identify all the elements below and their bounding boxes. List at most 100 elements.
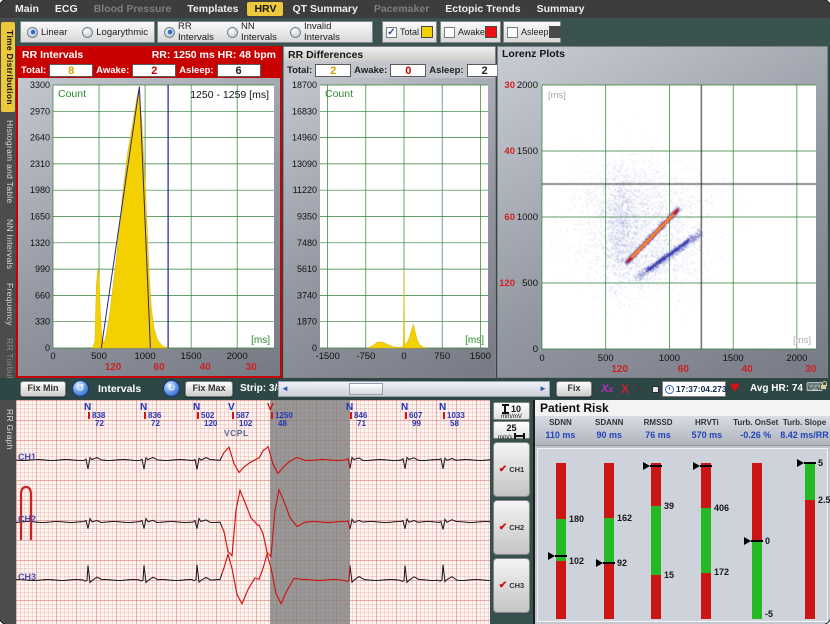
scroll-left-arrow[interactable]: ◄	[279, 383, 291, 395]
menu-item-hrv[interactable]: HRV	[247, 2, 283, 16]
menu-item-qt-summary[interactable]: QT Summary	[285, 2, 364, 16]
checkbox-label-awake: Awake	[458, 27, 485, 37]
metric-label: HRVTi	[682, 418, 731, 427]
rr-differences-histogram[interactable]: 0187037405610748093501122013090149601683…	[284, 78, 495, 377]
speed-indicator[interactable]: 25 mm/s	[493, 421, 530, 439]
stat-label-asleep-: Asleep:	[429, 65, 463, 76]
beat-hr-value: 71	[357, 419, 366, 428]
risk-bar-marker[interactable]	[744, 537, 751, 545]
sidebar-item-nn-intervals[interactable]: NN Intervals	[1, 212, 15, 276]
metric-value: 110 ms	[536, 430, 585, 440]
checkbox-awake[interactable]	[444, 27, 455, 38]
strip-toolbar: Fix Min ↺ Intervals ↻ Fix Max Strip: 3/8…	[0, 378, 830, 400]
svg-text:[ms]: [ms]	[465, 335, 484, 346]
gain-value: 10	[511, 404, 521, 414]
svg-text:3740: 3740	[297, 290, 317, 300]
strip-scrollbar[interactable]: ◄ ►	[278, 381, 550, 397]
risk-bar-marker[interactable]	[548, 552, 555, 560]
beat-hr-value: 58	[450, 419, 459, 428]
stat-label-asleep-: Asleep:	[179, 65, 213, 76]
beat-hr-value: 72	[95, 419, 104, 428]
lorenz-scatter-cloud[interactable]	[542, 85, 816, 349]
intervals-label: Intervals	[98, 383, 141, 395]
channel-button-ch1[interactable]: ✔CH1	[493, 442, 530, 497]
risk-bar-marker[interactable]	[643, 462, 650, 470]
risk-bar-turb-slope[interactable]	[805, 463, 815, 619]
menu-item-ectopic-trends[interactable]: Ectopic Trends	[438, 2, 527, 16]
risk-bar-marker[interactable]	[693, 462, 700, 470]
checkbox-group-total: ✓Total	[382, 21, 437, 43]
delete-xx-icon[interactable]: Xx	[596, 381, 618, 397]
metric-value: -0.26 %	[731, 430, 780, 440]
patient-risk-title: Patient Risk	[535, 400, 830, 416]
radio-label-rr-intervals: RR Intervals	[178, 21, 227, 43]
svg-text:2000: 2000	[786, 353, 807, 364]
channel-button-ch3[interactable]: ✔CH3	[493, 558, 530, 613]
svg-text:60: 60	[154, 362, 166, 373]
menu-item-main[interactable]: Main	[8, 2, 46, 16]
metric-sdann: SDANN90 ms	[585, 418, 634, 443]
svg-text:0: 0	[50, 351, 55, 362]
interval-radio-group: RR IntervalsNN IntervalsInvalid Interval…	[157, 21, 373, 43]
metric-label: SDNN	[536, 418, 585, 427]
refresh-max-button[interactable]: ↻	[163, 380, 180, 397]
risk-bar-marker[interactable]	[596, 559, 603, 567]
menu-item-pacemaker[interactable]: Pacemaker	[367, 2, 436, 16]
checkbox-label-asleep: Asleep	[521, 27, 549, 37]
delete-x-icon[interactable]: X	[618, 381, 632, 397]
channel-buttons: ✔CH1✔CH2✔CH3	[493, 442, 530, 613]
channel-button-ch2[interactable]: ✔CH2	[493, 500, 530, 555]
risk-bar-label: 406	[714, 503, 729, 513]
risk-bars-area: 1801021629239154061720-552.5	[537, 448, 828, 622]
radio-dot-invalid-intervals	[290, 27, 301, 38]
menu-item-blood-pressure[interactable]: Blood Pressure	[87, 2, 179, 16]
svg-text:40: 40	[742, 364, 754, 375]
beat-tick-icon	[405, 412, 407, 419]
channel-button-label: CH1	[509, 465, 524, 474]
svg-text:1000: 1000	[517, 212, 538, 223]
radio-logarythmic[interactable]: Logarythmic	[82, 27, 148, 38]
rr-intervals-histogram[interactable]: 0330660990132016501980231026402970330005…	[19, 78, 281, 376]
risk-bar-marker[interactable]	[797, 459, 804, 467]
menu-item-templates[interactable]: Templates	[180, 2, 245, 16]
risk-bar-rmssd[interactable]	[651, 463, 661, 619]
svg-text:0: 0	[45, 343, 50, 353]
sidebar-item-frequency[interactable]: Frequency	[1, 276, 15, 332]
sidebar-item-time-distribution[interactable]: Time Distribution	[1, 22, 15, 112]
risk-bar-sdann[interactable]	[604, 463, 614, 619]
patient-risk-panel: Patient Risk SDNN110 msSDANN90 msRMSSD76…	[533, 400, 830, 624]
fix-button[interactable]: Fix	[556, 381, 592, 397]
risk-bar-label: 102	[569, 556, 584, 566]
checkbox-asleep[interactable]	[507, 27, 518, 38]
refresh-min-button[interactable]: ↺	[72, 380, 89, 397]
radio-invalid-intervals[interactable]: Invalid Intervals	[290, 21, 366, 43]
metric-value: 8.42 ms/RR	[780, 430, 829, 440]
fix-min-button[interactable]: Fix Min	[20, 381, 66, 397]
risk-bar-green-zone	[604, 518, 614, 563]
scroll-right-arrow[interactable]: ►	[537, 383, 549, 395]
gain-indicator[interactable]: 10 mm/mV	[493, 402, 530, 420]
risk-bar-label: 180	[569, 514, 584, 524]
fix-max-button[interactable]: Fix Max	[185, 381, 233, 397]
ecg-strip[interactable]: N83872N83672N502120V587102V125048N84671N…	[16, 400, 490, 624]
radio-linear[interactable]: Linear	[27, 27, 67, 38]
risk-bar-label: 162	[617, 513, 632, 523]
beat-hr-value: 99	[412, 419, 421, 428]
checkbox-group-asleep: Asleep	[503, 21, 561, 43]
menu-item-ecg[interactable]: ECG	[48, 2, 85, 16]
checkbox-total[interactable]: ✓	[386, 27, 397, 38]
risk-bar-hrvti[interactable]	[701, 463, 711, 619]
select-to-strip-icon[interactable]: ✱→	[634, 381, 660, 397]
sidebar-item-histogram-and-table[interactable]: Histogram and Table	[1, 112, 15, 212]
metric-label: SDANN	[585, 418, 634, 427]
strip-box-icon	[652, 386, 659, 393]
svg-text:2000: 2000	[517, 80, 538, 91]
radio-nn-intervals[interactable]: NN Intervals	[227, 21, 290, 43]
radio-rr-intervals[interactable]: RR Intervals	[164, 21, 227, 43]
menu-item-summary[interactable]: Summary	[530, 2, 592, 16]
risk-bar-sdnn[interactable]	[556, 463, 566, 619]
metric-label: RMSSD	[634, 418, 683, 427]
sidebar-item-rr-graph[interactable]: RR Graph	[1, 404, 15, 454]
scroll-thumb[interactable]	[349, 383, 383, 395]
svg-text:60: 60	[678, 364, 690, 375]
